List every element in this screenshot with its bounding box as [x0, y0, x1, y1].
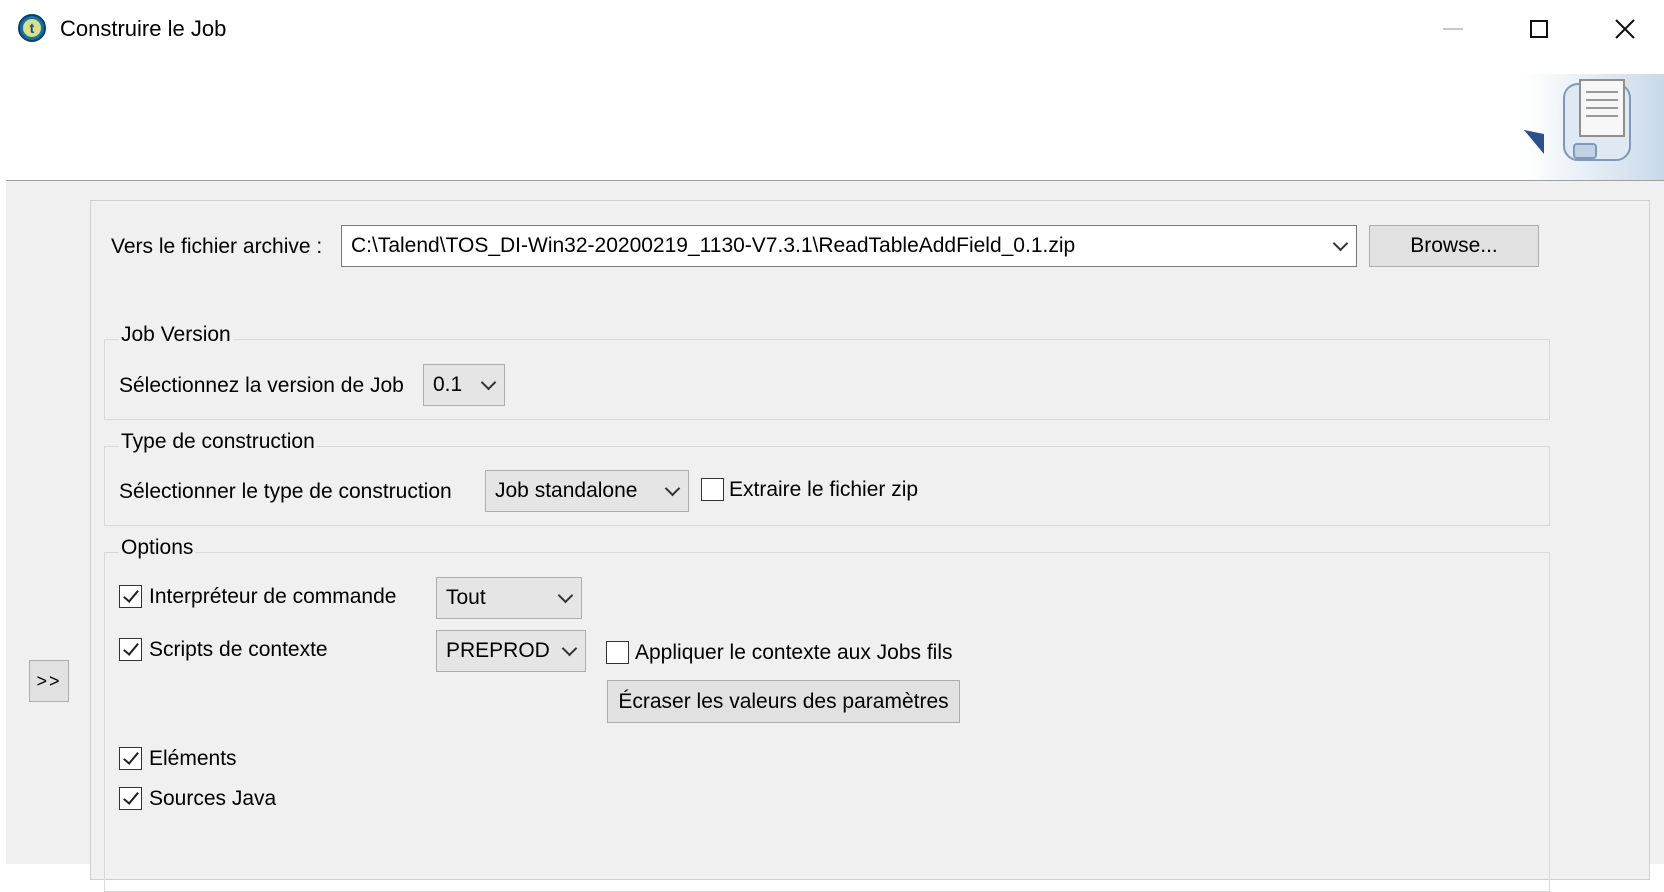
build-type-title: Type de construction: [119, 430, 317, 454]
window-title: Construire le Job: [60, 16, 227, 41]
options-group: Options Interpréteur de commande Tout Sc…: [104, 536, 1550, 892]
maximize-icon: [1530, 20, 1548, 38]
build-type-group: Type de construction Sélectionner le typ…: [104, 430, 1550, 526]
close-button[interactable]: [1582, 6, 1664, 52]
job-version-value: 0.1: [433, 373, 463, 396]
context-combo[interactable]: PREPROD: [436, 630, 586, 672]
chevron-down-icon: [561, 640, 578, 657]
build-options-panel: Vers le fichier archive : C:\Talend\TOS_…: [90, 200, 1650, 892]
shell-launcher-label: Interpréteur de commande: [149, 585, 397, 608]
apply-context-checkbox[interactable]: [606, 641, 629, 664]
extract-zip-label: Extraire le fichier zip: [729, 478, 919, 501]
dialog-content: >> Vers le fichier archive : C:\Talend\T…: [6, 181, 1664, 892]
chevron-down-icon: [664, 480, 681, 497]
chevron-down-icon: [1332, 235, 1349, 252]
minimize-button[interactable]: [1410, 6, 1496, 52]
minimize-icon: [1443, 28, 1463, 30]
context-scripts-checkbox[interactable]: [119, 638, 142, 661]
build-type-combo[interactable]: Job standalone: [485, 470, 689, 512]
shell-launcher-combo[interactable]: Tout: [436, 577, 582, 619]
title-bar: t Construire le Job: [6, 6, 1664, 52]
expand-tree-button[interactable]: >>: [29, 660, 69, 702]
build-type-value: Job standalone: [495, 479, 638, 502]
job-version-title: Job Version: [119, 323, 233, 347]
chevron-down-icon: [480, 374, 497, 391]
apply-context-label: Appliquer le contexte aux Jobs fils: [635, 641, 953, 664]
wizard-banner: [6, 52, 1664, 181]
job-version-combo[interactable]: 0.1: [423, 364, 505, 406]
shell-launcher-value: Tout: [446, 586, 486, 609]
items-label: Eléments: [149, 747, 237, 770]
items-checkbox[interactable]: [119, 747, 142, 770]
chevron-down-icon: [557, 587, 574, 604]
talend-app-icon: t: [18, 14, 46, 42]
options-title: Options: [119, 536, 196, 560]
java-sources-checkbox[interactable]: [119, 787, 142, 810]
java-sources-label: Sources Java: [149, 787, 277, 810]
extract-zip-checkbox[interactable]: [701, 478, 724, 501]
close-icon: [1615, 19, 1635, 39]
context-scripts-label: Scripts de contexte: [149, 638, 328, 661]
browse-button[interactable]: Browse...: [1369, 225, 1539, 267]
archive-file-combo[interactable]: C:\Talend\TOS_DI-Win32-20200219_1130-V7.…: [341, 225, 1357, 267]
export-job-wizard-icon: [1524, 74, 1664, 180]
build-job-dialog: t Construire le Job >> Vers le fichier a…: [6, 6, 1664, 892]
archive-file-value: C:\Talend\TOS_DI-Win32-20200219_1130-V7.…: [351, 234, 1076, 257]
archive-file-label: Vers le fichier archive :: [111, 235, 323, 258]
context-value: PREPROD: [446, 639, 550, 662]
override-parameters-button[interactable]: Écraser les valeurs des paramètres: [607, 680, 960, 723]
job-version-label: Sélectionnez la version de Job: [119, 374, 404, 397]
job-version-group: Job Version Sélectionnez la version de J…: [104, 323, 1550, 420]
build-type-label: Sélectionner le type de construction: [119, 480, 452, 503]
shell-launcher-checkbox[interactable]: [119, 585, 142, 608]
maximize-button[interactable]: [1496, 6, 1582, 52]
